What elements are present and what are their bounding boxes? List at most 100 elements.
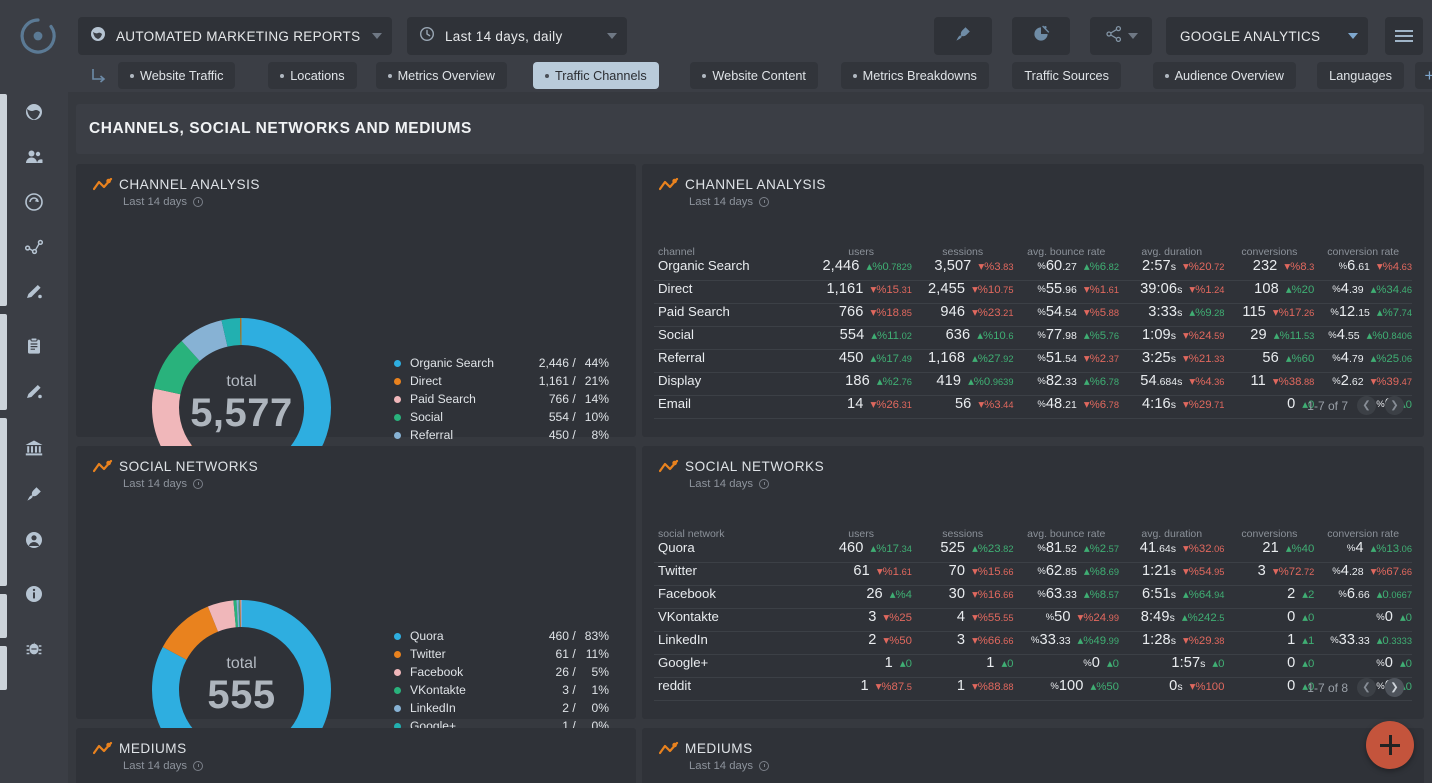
- table-row[interactable]: reddit 1 ▾%87.5 1 ▾%88.88 %100 ▴%50 0s ▾%100 0 ▴0%…: [654, 678, 1413, 701]
- column-header[interactable]: avg. duration: [1119, 246, 1224, 258]
- table-cell: 54.684s ▾%4.36: [1119, 373, 1225, 396]
- cell-value: 0: [1287, 655, 1296, 671]
- add-tab-button[interactable]: +: [1414, 62, 1432, 89]
- donut-segment-display[interactable]: [221, 318, 241, 347]
- pagination-next-button[interactable]: ❯: [1385, 678, 1404, 697]
- donut-segment-twitter[interactable]: [162, 606, 219, 661]
- table-row[interactable]: Direct 1,161 ▾%15.31 2,455 ▾%10.75 %55.96 ▾%1.…: [654, 281, 1413, 304]
- sparkline-icon: [92, 741, 113, 756]
- cell-value: %0: [1376, 655, 1393, 671]
- datasource-selector[interactable]: GOOGLE ANALYTICS: [1166, 17, 1368, 55]
- top-bar: AUTOMATED MARKETING REPORTS Last 14 days…: [0, 0, 1432, 62]
- legend-row[interactable]: VKontakte 3/ 1%: [394, 681, 609, 699]
- card-channel-analysis-donut[interactable]: CHANNEL ANALYSIS Last 14 days total 5,57…: [76, 164, 636, 497]
- databox-logo[interactable]: [18, 16, 58, 56]
- card-social-networks-table[interactable]: SOCIAL NETWORKS Last 14 days social netw…: [642, 446, 1424, 719]
- column-header[interactable]: users: [810, 246, 912, 258]
- sidebar-item-finance[interactable]: [20, 436, 48, 464]
- tab-locations[interactable]: Locations: [268, 62, 357, 89]
- column-header[interactable]: conversion rate: [1314, 528, 1412, 540]
- card-mediums-donut[interactable]: MEDIUMS Last 14 days: [76, 728, 636, 783]
- pagination-prev-button[interactable]: ❮: [1357, 396, 1376, 415]
- date-range-selector[interactable]: Last 14 days, daily: [407, 17, 627, 55]
- sidebar-item-debug[interactable]: [20, 636, 48, 664]
- cell-value: 2:57s: [1141, 258, 1177, 274]
- table-cell: %2.62 ▾%39.47: [1314, 373, 1413, 396]
- sidebar-item-behavior[interactable]: [20, 235, 48, 263]
- hamburger-menu-button[interactable]: [1385, 17, 1423, 55]
- table-cell: %0 ▴0: [1013, 655, 1119, 678]
- table-row[interactable]: Facebook 26 ▴%4 30 ▾%16.66 %63.33 ▴%8.57 6:51s ▴…: [654, 586, 1413, 609]
- tab-audience-overview[interactable]: Audience Overview: [1152, 62, 1296, 89]
- card-mediums-table[interactable]: MEDIUMS Last 14 days: [642, 728, 1424, 783]
- table-row[interactable]: LinkedIn 2 ▾%50 3 ▾%66.66 %33.33 ▴%49.99 1:28s ▾…: [654, 632, 1413, 655]
- column-header[interactable]: avg. bounce rate: [1014, 246, 1119, 258]
- tab-traffic-sources[interactable]: Traffic Sources: [1012, 62, 1121, 89]
- table-row[interactable]: Email 14 ▾%26.31 56 ▾%3.44 %48.21 ▾%6.78 4:16s ▾…: [654, 396, 1413, 419]
- legend-row[interactable]: Facebook 26/ 5%: [394, 663, 609, 681]
- cell-value: 21: [1262, 540, 1279, 556]
- column-header[interactable]: social network: [654, 528, 810, 540]
- sidebar-item-account[interactable]: [20, 528, 48, 556]
- tab-website-content[interactable]: Website Content: [690, 62, 818, 89]
- table-row[interactable]: Display 186 ▴%2.76 419 ▴%0.9639 %82.33 ▴%6.78 5…: [654, 373, 1413, 396]
- legend-row[interactable]: Twitter 61/ 11%: [394, 645, 609, 663]
- pagination-prev-button[interactable]: ❮: [1357, 678, 1376, 697]
- sidebar-item-edit[interactable]: [20, 280, 48, 308]
- column-header[interactable]: sessions: [912, 246, 1014, 258]
- add-datablock-button[interactable]: [1366, 721, 1414, 769]
- cell-delta: ▴0.0667: [1376, 589, 1413, 601]
- table-row[interactable]: Twitter 61 ▾%1.61 70 ▾%15.66 %62.85 ▴%8.69 1:21…: [654, 563, 1413, 586]
- card-social-networks-donut[interactable]: SOCIAL NETWORKS Last 14 days total 555 Q…: [76, 446, 636, 779]
- table-row[interactable]: Paid Search 766 ▾%18.85 946 ▾%23.21 %54.54 ▾%5…: [654, 304, 1413, 327]
- column-header[interactable]: conversions: [1224, 246, 1314, 258]
- card-subtitle-text: Last 14 days: [123, 196, 188, 208]
- legend-row[interactable]: Paid Search 766/ 14%: [394, 390, 609, 408]
- sidebar-item-annotate[interactable]: [20, 380, 48, 408]
- clock-icon: [759, 479, 770, 489]
- column-header[interactable]: users: [810, 528, 912, 540]
- cell-value: %2.62: [1332, 373, 1364, 389]
- legend-separator: /: [572, 647, 576, 661]
- tab-metrics-overview[interactable]: Metrics Overview: [375, 62, 507, 89]
- table-row[interactable]: Referral 450 ▴%17.49 1,168 ▴%27.92 %51.54 ▾%2.…: [654, 350, 1413, 373]
- table-row[interactable]: Quora 460 ▴%17.34 525 ▴%23.82 %81.52 ▴%2.57 41.…: [654, 540, 1413, 563]
- table-cell: 636 ▴%10.6: [911, 327, 1014, 350]
- column-header[interactable]: channel: [654, 246, 810, 258]
- tab-languages[interactable]: Languages: [1317, 62, 1404, 89]
- legend-row[interactable]: Organic Search 2,446/ 44%: [394, 354, 609, 372]
- sidebar-item-acquisition[interactable]: [20, 190, 48, 218]
- sidebar-item-integrations[interactable]: [20, 482, 48, 510]
- column-header[interactable]: conversion rate: [1314, 246, 1412, 258]
- tab-website-traffic[interactable]: Website Traffic: [118, 62, 236, 89]
- cell-value: 108: [1254, 281, 1279, 297]
- table-row[interactable]: Google+ 1 ▴0 1 ▴0 %0 ▴0 1:57s ▴0 0 ▴0 %0 ▴0: [654, 655, 1413, 678]
- bank-icon: [24, 438, 44, 463]
- sidebar-item-reports[interactable]: [20, 334, 48, 362]
- legend-row[interactable]: Direct 1,161/ 21%: [394, 372, 609, 390]
- table-row[interactable]: Organic Search 2,446 ▴%0.7829 3,507 ▾%3.83 %6…: [654, 258, 1413, 281]
- pagination-next-button[interactable]: ❯: [1385, 396, 1404, 415]
- legend-row[interactable]: LinkedIn 2/ 0%: [394, 699, 609, 717]
- column-header[interactable]: conversions: [1224, 528, 1314, 540]
- column-header[interactable]: sessions: [912, 528, 1014, 540]
- sidebar-item-info[interactable]: [20, 582, 48, 610]
- legend-row[interactable]: Social 554/ 10%: [394, 408, 609, 426]
- column-header[interactable]: avg. duration: [1119, 528, 1224, 540]
- share-button[interactable]: [1090, 17, 1152, 55]
- tab-metrics-breakdowns[interactable]: Metrics Breakdowns: [840, 62, 989, 89]
- sidebar-item-audience[interactable]: [20, 145, 48, 173]
- alerts-button[interactable]: [1012, 17, 1070, 55]
- column-header[interactable]: avg. bounce rate: [1014, 528, 1119, 540]
- sidebar-item-overview[interactable]: [20, 100, 48, 128]
- legend-row[interactable]: Quora 460/ 83%: [394, 627, 609, 645]
- donut-segment-referral[interactable]: [181, 320, 229, 362]
- card-channel-analysis-table[interactable]: CHANNEL ANALYSIS Last 14 days channel use…: [642, 164, 1424, 437]
- table-row[interactable]: VKontakte 3 ▾%25 4 ▾%55.55 %50 ▾%24.99 8:49s ▴%2…: [654, 609, 1413, 632]
- project-selector[interactable]: AUTOMATED MARKETING REPORTS: [78, 17, 392, 55]
- donut-segment-facebook[interactable]: [207, 600, 237, 632]
- table-row[interactable]: Social 554 ▴%11.02 636 ▴%10.6 %77.98 ▴%5.76 1:0…: [654, 327, 1413, 350]
- legend-row[interactable]: Referral 450/ 8%: [394, 426, 609, 444]
- tab-traffic-channels[interactable]: Traffic Channels: [533, 62, 659, 89]
- plug-button[interactable]: [934, 17, 992, 55]
